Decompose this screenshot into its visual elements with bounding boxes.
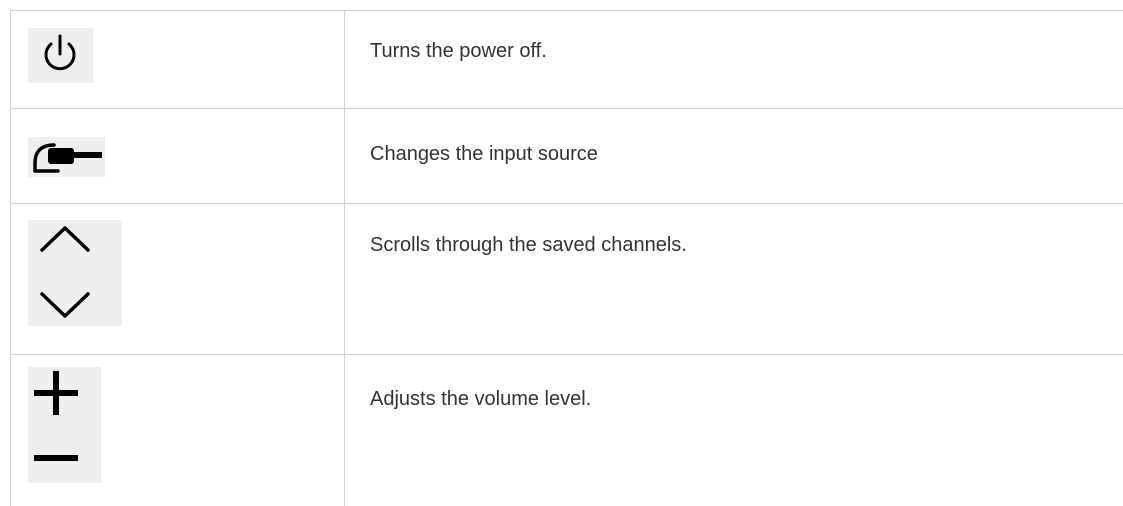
table-row-channel: Scrolls through the saved channels.	[11, 204, 1123, 355]
channel-up-down-icon	[28, 220, 122, 326]
icon-cell	[11, 355, 345, 506]
row-description: Adjusts the volume level.	[370, 388, 592, 410]
row-description: Turns the power off.	[370, 40, 547, 62]
icon-cell	[11, 11, 345, 108]
row-description: Changes the input source	[370, 143, 598, 165]
table-row-power: Turns the power off.	[11, 11, 1123, 109]
icon-cell	[11, 109, 345, 203]
remote-buttons-table: Turns the power off. Changes the input s…	[10, 10, 1123, 506]
table-row-volume: Adjusts the volume level.	[11, 355, 1123, 506]
power-icon	[28, 28, 93, 83]
icon-cell	[11, 204, 345, 354]
volume-plus-minus-icon	[28, 367, 101, 483]
row-description: Scrolls through the saved channels.	[370, 234, 687, 256]
table-row-input-source: Changes the input source	[11, 109, 1123, 204]
input-source-icon	[28, 137, 105, 177]
